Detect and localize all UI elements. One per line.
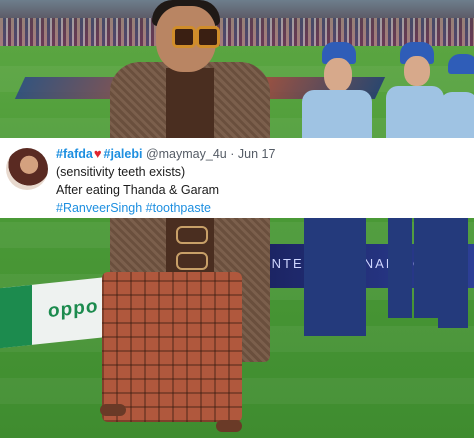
sunglasses xyxy=(172,26,220,48)
tweet-header: #fafda♥ #jalebi @maymay_4u · Jun 17 xyxy=(56,146,275,162)
hashtag-toothpaste[interactable]: #toothpaste xyxy=(146,201,211,215)
hashtag-ranveersingh[interactable]: #RanveerSingh xyxy=(56,201,142,215)
heart-icon: ♥ xyxy=(93,146,102,161)
hashtag-jalebi[interactable]: #jalebi xyxy=(104,147,143,161)
tweet-text-line: (sensitivity teeth exists) xyxy=(56,165,186,179)
sponsor-logo: oppo xyxy=(48,295,99,323)
tweet-card: #fafda♥ #jalebi @maymay_4u · Jun 17 (sens… xyxy=(0,138,474,218)
tweet-text-line: After eating Thanda & Garam xyxy=(56,183,220,197)
separator: · xyxy=(230,147,235,161)
user-handle[interactable]: @maymay_4u xyxy=(146,147,227,161)
dancing-man xyxy=(96,0,296,438)
user-avatar[interactable] xyxy=(6,148,48,190)
tweet-date[interactable]: Jun 17 xyxy=(238,147,276,161)
background-photo: INTERNATIONAL MO oppo xyxy=(0,0,474,438)
hashtag-fafda[interactable]: #fafda xyxy=(56,147,93,161)
tweet-hashtags: #RanveerSingh #toothpaste xyxy=(56,200,211,216)
